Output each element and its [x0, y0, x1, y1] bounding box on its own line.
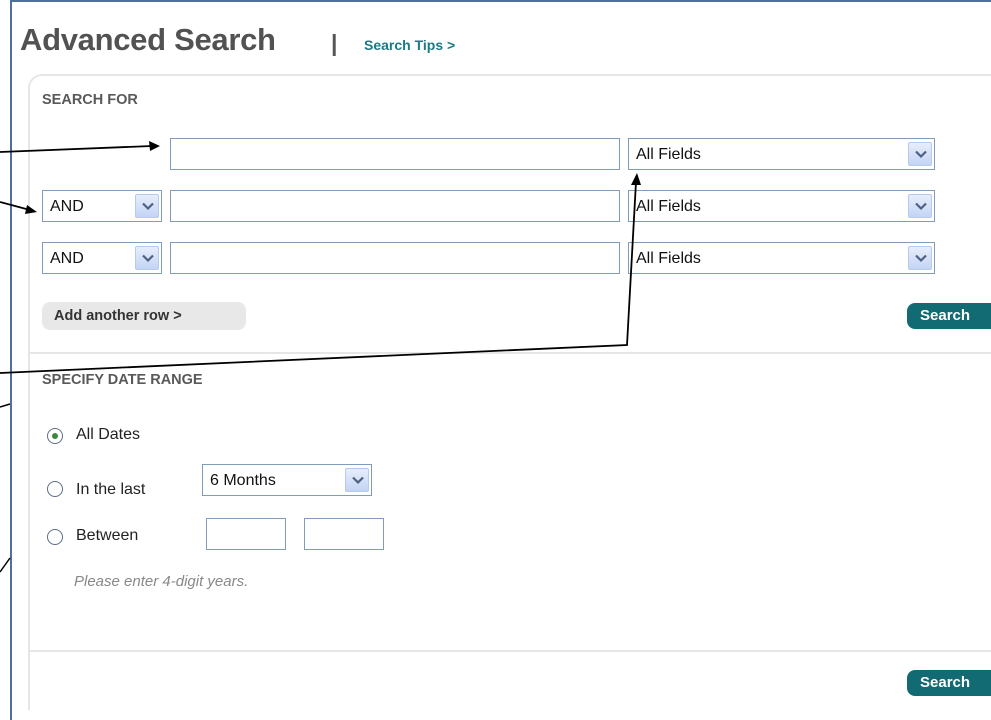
period-select-value: 6 Months: [210, 472, 276, 489]
field-select-1[interactable]: All Fields: [628, 138, 935, 170]
in-the-last-label: In the last: [76, 481, 146, 498]
field-select-1-value: All Fields: [636, 146, 701, 163]
search-for-heading: SEARCH FOR: [42, 92, 138, 108]
operator-select-3[interactable]: AND: [42, 242, 162, 274]
period-select[interactable]: 6 Months: [202, 464, 372, 496]
field-select-3[interactable]: All Fields: [628, 242, 935, 274]
search-term-input-3[interactable]: [170, 242, 620, 274]
between-label: Between: [76, 527, 139, 544]
chevron-down-icon[interactable]: [135, 246, 159, 270]
radio-all-dates[interactable]: [47, 428, 63, 444]
search-term-input-2[interactable]: [170, 190, 620, 222]
radio-between[interactable]: [47, 529, 63, 545]
operator-select-3-value: AND: [50, 250, 84, 267]
page-title: Advanced Search: [20, 22, 276, 57]
start-year-input[interactable]: [206, 518, 286, 550]
field-select-2[interactable]: All Fields: [628, 190, 935, 222]
title-separator: |: [331, 30, 338, 56]
field-select-3-value: All Fields: [636, 250, 701, 267]
operator-select-2[interactable]: AND: [42, 190, 162, 222]
year-format-hint: Please enter 4-digit years.: [74, 573, 249, 590]
chevron-down-icon[interactable]: [908, 246, 932, 270]
date-range-panel: [28, 352, 991, 652]
chevron-down-icon[interactable]: [345, 468, 369, 492]
chevron-down-icon[interactable]: [908, 142, 932, 166]
radio-in-the-last[interactable]: [47, 481, 63, 497]
search-button-top[interactable]: Search: [907, 303, 991, 329]
operator-select-2-value: AND: [50, 198, 84, 215]
search-button-bottom[interactable]: Search: [907, 670, 991, 696]
search-term-input-1[interactable]: [170, 138, 620, 170]
bottom-panel: [28, 650, 991, 710]
end-year-input[interactable]: [304, 518, 384, 550]
all-dates-label: All Dates: [76, 426, 141, 443]
chevron-down-icon[interactable]: [908, 194, 932, 218]
add-another-row-button[interactable]: Add another row >: [42, 302, 246, 330]
date-range-heading: SPECIFY DATE RANGE: [42, 372, 203, 388]
field-select-2-value: All Fields: [636, 198, 701, 215]
search-tips-link[interactable]: Search Tips >: [364, 37, 455, 53]
chevron-down-icon[interactable]: [135, 194, 159, 218]
